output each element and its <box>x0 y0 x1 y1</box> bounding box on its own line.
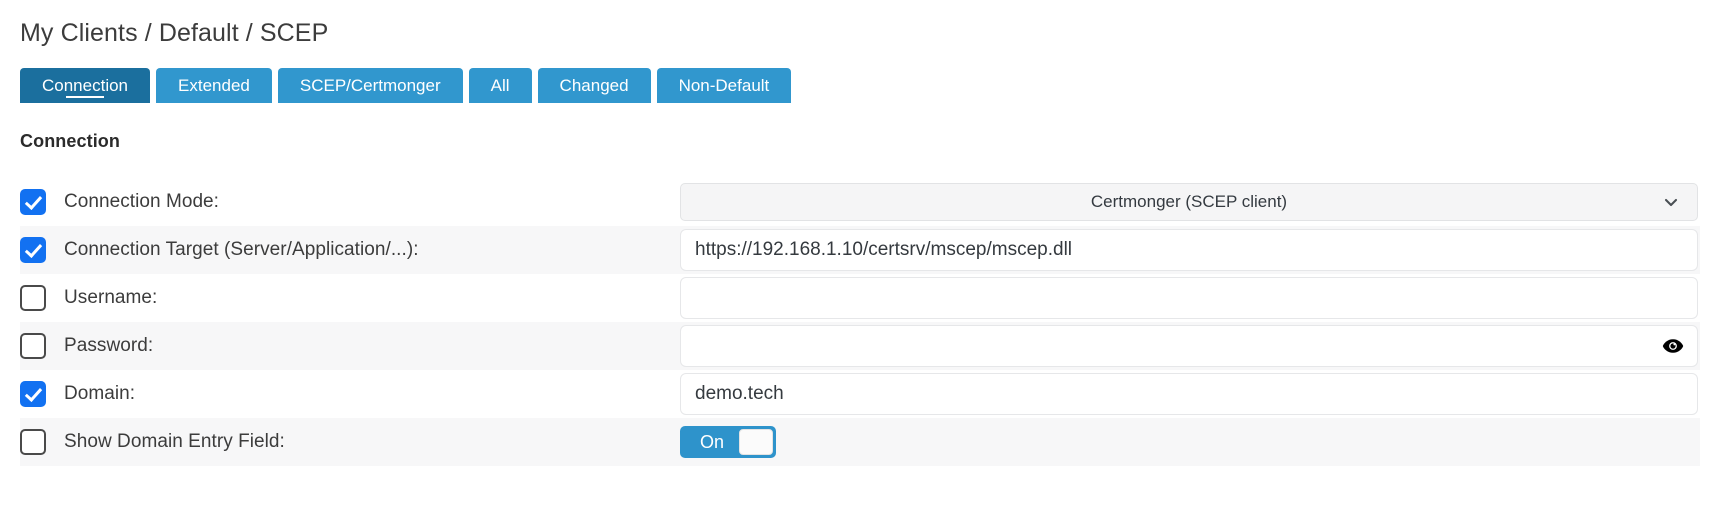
tab-bar: Connection Extended SCEP/Certmonger All Chan… <box>20 68 1700 103</box>
form-row-show-domain-entry-field: Show Domain Entry Field: On <box>20 418 1700 466</box>
checkbox-connection-target-server-application[interactable] <box>20 237 46 263</box>
input-username[interactable] <box>680 277 1698 319</box>
tab-label: Non-Default <box>678 76 770 95</box>
settings-page: My Clients / Default / SCEP Connection Ex… <box>0 0 1720 518</box>
tab-all[interactable]: All <box>468 68 532 103</box>
input-wrapper <box>680 325 1698 367</box>
tab-label: All <box>490 76 510 95</box>
form-row-connection-target-server-application: Connection Target (Server/Application/..… <box>20 226 1700 274</box>
tab-label: Changed <box>559 76 629 95</box>
checkbox-connection-mode[interactable] <box>20 189 46 215</box>
row-control-cell: Certmonger (SCEP client) <box>680 183 1700 221</box>
input-domain[interactable] <box>680 373 1698 415</box>
chevron-down-icon <box>1663 194 1679 210</box>
checkbox-domain[interactable] <box>20 381 46 407</box>
tab-extended[interactable]: Extended <box>156 68 272 103</box>
breadcrumb: My Clients / Default / SCEP <box>20 19 329 47</box>
row-label-cell: Domain: <box>20 381 680 407</box>
input-connection-target-server-application[interactable] <box>680 229 1698 271</box>
input-wrapper <box>680 373 1698 415</box>
row-label: Connection Target (Server/Application/..… <box>64 239 419 260</box>
tab-scep-certmonger[interactable]: SCEP/Certmonger <box>277 68 463 103</box>
input-password[interactable] <box>680 325 1698 367</box>
select-connection-mode[interactable]: Certmonger (SCEP client) <box>680 183 1698 221</box>
tab-connection[interactable]: Connection <box>20 68 151 103</box>
form-row-domain: Domain: <box>20 370 1700 418</box>
tab-label: SCEP/Certmonger <box>299 76 441 95</box>
checkbox-show-domain-entry-field[interactable] <box>20 429 46 455</box>
form-row-connection-mode: Connection Mode: Certmonger (SCEP client) <box>20 178 1700 226</box>
row-label-cell: Connection Mode: <box>20 189 680 215</box>
row-label: Username: <box>64 287 158 308</box>
tab-label: Extended <box>178 76 250 95</box>
toggle-state-label: On <box>699 431 724 452</box>
tab-label: Connection <box>42 76 129 95</box>
row-label-cell: Show Domain Entry Field: <box>20 429 680 455</box>
row-label: Show Domain Entry Field: <box>64 431 285 452</box>
row-label-cell: Password: <box>20 333 680 359</box>
tab-changed[interactable]: Changed <box>537 68 651 103</box>
row-label: Domain: <box>64 383 136 404</box>
checkbox-password[interactable] <box>20 333 46 359</box>
row-control-cell <box>680 373 1700 415</box>
row-label-cell: Username: <box>20 285 680 311</box>
input-wrapper <box>680 229 1698 271</box>
row-control-cell <box>680 325 1700 367</box>
tab-active-underline <box>66 96 104 98</box>
row-label-cell: Connection Target (Server/Application/..… <box>20 237 680 263</box>
row-control-cell <box>680 277 1700 319</box>
row-control-cell <box>680 229 1700 271</box>
row-label: Connection Mode: <box>64 191 220 212</box>
page-section-title: Connection <box>20 131 120 151</box>
eye-icon[interactable] <box>1662 338 1684 354</box>
form-row-password: Password: <box>20 322 1700 370</box>
row-label: Password: <box>64 335 154 356</box>
select-value: Certmonger (SCEP client) <box>1090 192 1288 211</box>
tab-non-default[interactable]: Non-Default <box>656 68 792 103</box>
toggle-show-domain-entry-field[interactable]: On <box>680 426 776 458</box>
input-wrapper <box>680 277 1698 319</box>
checkbox-username[interactable] <box>20 285 46 311</box>
toggle-knob <box>739 429 773 455</box>
form-row-username: Username: <box>20 274 1700 322</box>
settings-form: Connection Mode: Certmonger (SCEP client)… <box>20 178 1700 466</box>
row-control-cell: On <box>680 426 1700 458</box>
